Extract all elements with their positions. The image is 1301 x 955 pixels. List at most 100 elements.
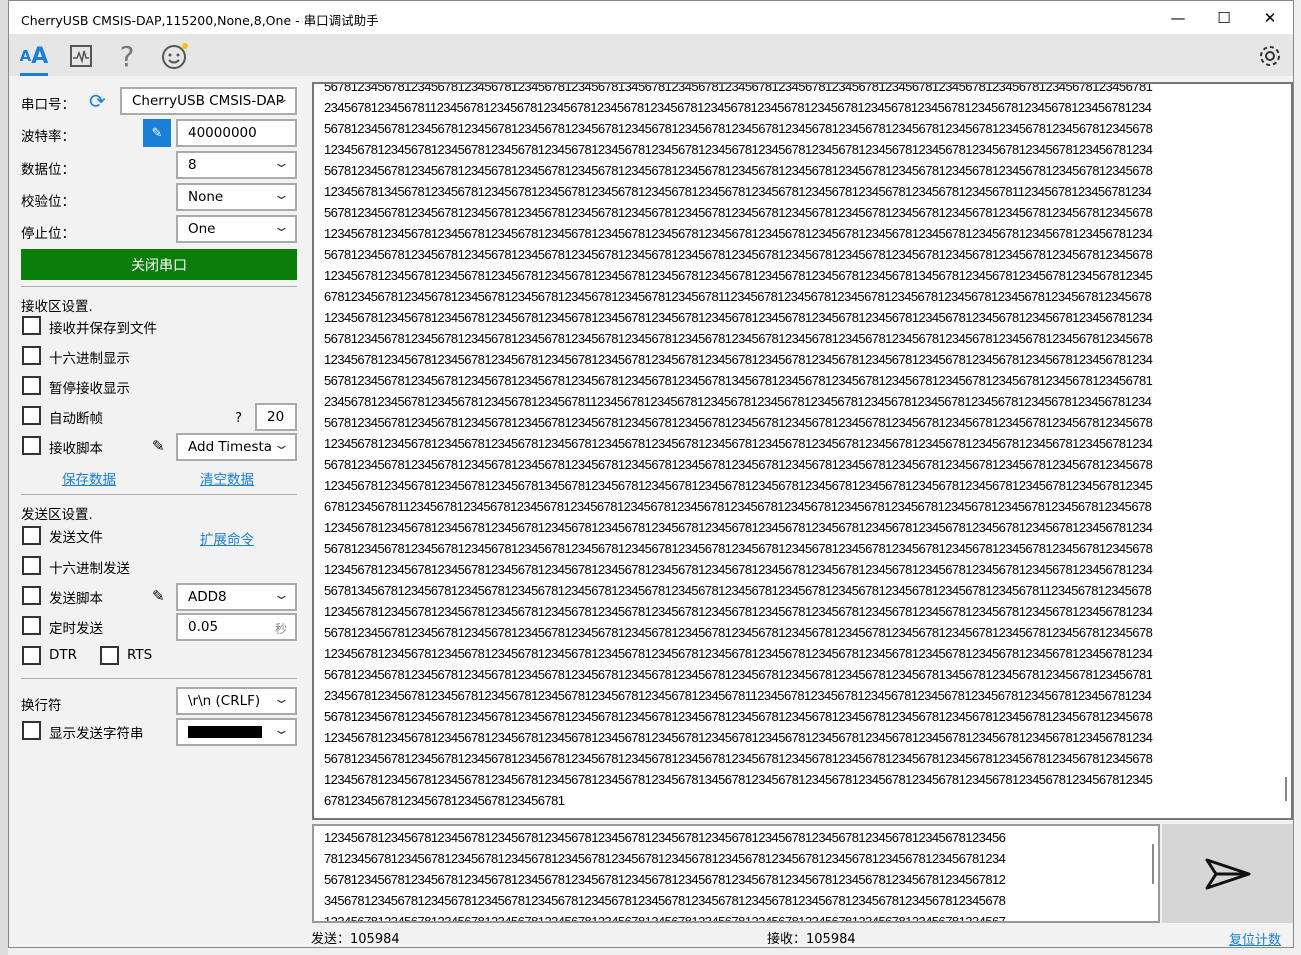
minimize-button[interactable]: — (1155, 1, 1201, 34)
hex-display-label: 十六进制显示 (49, 351, 130, 367)
chevron-down-icon: ⌄ (272, 438, 291, 453)
hex-send-checkbox[interactable] (22, 556, 41, 575)
text-line: 1234567812345678123456781234567812345678… (324, 772, 1153, 787)
hex-display-checkbox[interactable] (22, 346, 41, 365)
text-line: 5678123456781234567812345678123456781234… (324, 163, 1153, 178)
text-line: 5678134567812345678123456781234567812345… (324, 583, 1152, 598)
close-button[interactable]: ✕ (1247, 1, 1293, 34)
pause-display-label: 暂停接收显示 (49, 381, 130, 397)
close-port-button[interactable]: 关闭串口 (21, 249, 297, 280)
text-line: 5678123456781234567812345678123456781234… (324, 667, 1153, 682)
text-line: 3456781234567812345678123456781234567812… (324, 893, 1006, 908)
send-arrow-icon (1205, 858, 1250, 889)
stopbits-value: One (188, 221, 216, 237)
scrollbar-thumb[interactable] (1152, 844, 1154, 884)
show-send-string-label: 显示发送字符串 (49, 726, 144, 742)
waveform-icon[interactable] (64, 40, 98, 72)
text-line: 2345678123456781123456781234567812345678… (324, 100, 1152, 115)
rts-checkbox[interactable] (100, 646, 119, 665)
refresh-icon[interactable]: ⟳ (89, 89, 106, 113)
text-line: 1234567812345678123456781234567812345678… (324, 562, 1153, 577)
parity-select[interactable]: None ⌄ (176, 183, 297, 211)
send-script-label: 发送脚本 (49, 591, 103, 607)
text-line: 6781234567812345678123456781234567812345… (324, 289, 1152, 304)
text-line: 6781234567811234567812345678123456781234… (324, 499, 1152, 514)
baud-edit-icon[interactable]: ✎ (143, 119, 171, 147)
databits-select[interactable]: 8 ⌄ (176, 151, 297, 179)
chevron-down-icon: ⌄ (272, 220, 291, 235)
dtr-checkbox[interactable] (22, 646, 41, 665)
help-icon[interactable]: ? (110, 40, 144, 73)
send-file-checkbox[interactable] (22, 526, 41, 545)
reset-count-link[interactable]: 复位计数 (1229, 929, 1281, 948)
text-line: 7812345678123456781234567812345678123456… (324, 851, 1006, 866)
text-line: 1234567812345678123456781234567812345678… (324, 914, 1006, 923)
interval-input[interactable]: 0.05 秒 (176, 613, 297, 641)
window-title: CherryUSB CMSIS-DAP,115200,None,8,One - … (21, 13, 379, 28)
hex-send-label: 十六进制发送 (49, 561, 130, 577)
newline-label: 换行符 (21, 698, 62, 714)
dtr-label: DTR (49, 647, 78, 663)
port-select[interactable]: CherryUSB CMSIS-DAP ⌄ (120, 87, 297, 115)
send-textarea[interactable]: 1234567812345678123456781234567812345678… (312, 824, 1160, 923)
script-edit-icon[interactable]: ✎ (152, 587, 165, 605)
smiley-icon[interactable] (158, 40, 192, 72)
save-to-file-checkbox[interactable] (22, 316, 41, 335)
send-file-label: 发送文件 (49, 530, 103, 546)
text-line: 5678123456781234567812345678123456781234… (324, 751, 1153, 766)
chevron-down-icon: ⌄ (272, 692, 291, 707)
receive-lines: 5678123456781234567812345678123456781234… (324, 84, 1276, 811)
newline-select[interactable]: \r\n (CRLF) ⌄ (176, 687, 297, 715)
text-line: 1234567812345678123456781234567812345678… (324, 830, 1006, 845)
stopbits-select[interactable]: One ⌄ (176, 215, 297, 243)
text-line: 678123456781234567812345678123456781 (324, 793, 565, 808)
clear-data-link[interactable]: 清空数据 (200, 468, 254, 488)
text-line: 5678123456781234567812345678123456781234… (324, 872, 1006, 887)
send-button[interactable] (1162, 824, 1293, 923)
font-aa-icon[interactable]: AA (17, 40, 51, 72)
baud-input[interactable]: 40000000 (176, 119, 297, 147)
text-line: 5678123456781234567812345678123456781234… (324, 709, 1153, 724)
maximize-button[interactable]: ☐ (1201, 1, 1247, 34)
receive-script-checkbox[interactable] (22, 436, 41, 455)
text-line: 5678123456781234567812345678123456781234… (324, 205, 1153, 220)
text-line: 2345678123456781234567812345678123456781… (324, 394, 1152, 409)
receive-script-label: 接收脚本 (49, 441, 103, 457)
text-line: 2345678123456781234567812345678123456781… (324, 688, 1152, 703)
auto-frame-value: 20 (267, 409, 285, 425)
background-window-edge (0, 0, 8, 955)
send-settings-title: 发送区设置. (21, 507, 93, 523)
send-script-select[interactable]: ADD8 ⌄ (176, 583, 297, 611)
sent-count: 发送：105984 (311, 932, 400, 947)
auto-frame-input[interactable]: 20 (255, 403, 297, 431)
toolbar: AA ? (9, 34, 1293, 76)
save-data-link[interactable]: 保存数据 (62, 468, 116, 488)
text-line: 5678123456781234567812345678123456781234… (324, 541, 1153, 556)
ext-cmd-link[interactable]: 扩展命令 (200, 528, 254, 548)
show-send-string-checkbox[interactable] (22, 721, 41, 740)
app-window: CherryUSB CMSIS-DAP,115200,None,8,One - … (8, 0, 1294, 948)
interval-value: 0.05 (188, 619, 219, 635)
divider (21, 286, 297, 287)
receive-script-select[interactable]: Add Timesta ⌄ (176, 433, 297, 461)
timed-send-checkbox[interactable] (22, 616, 41, 635)
text-line: 1234567812345678123456781234567812345678… (324, 646, 1153, 661)
baud-label: 波特率： (21, 129, 75, 145)
active-tab-indicator (20, 73, 48, 76)
script-edit-icon[interactable]: ✎ (152, 437, 165, 455)
color-select[interactable]: ⌄ (176, 718, 297, 746)
pause-display-checkbox[interactable] (22, 376, 41, 395)
parity-value: None (188, 189, 224, 205)
title-bar: CherryUSB CMSIS-DAP,115200,None,8,One - … (9, 1, 1293, 34)
auto-frame-help[interactable]: ? (235, 410, 242, 426)
parity-label: 校验位： (21, 194, 75, 210)
auto-frame-label: 自动断帧 (49, 411, 103, 427)
gear-icon[interactable] (1253, 40, 1287, 72)
text-line: 1234567812345678123456781234567812345678… (324, 436, 1153, 451)
text-line: 1234567812345678123456781234567812345678… (324, 226, 1153, 241)
scrollbar-thumb[interactable] (1285, 777, 1287, 801)
send-script-checkbox[interactable] (22, 586, 41, 605)
timed-send-label: 定时发送 (49, 621, 103, 637)
auto-frame-checkbox[interactable] (22, 406, 41, 425)
receive-textarea[interactable]: 5678123456781234567812345678123456781234… (312, 82, 1293, 820)
